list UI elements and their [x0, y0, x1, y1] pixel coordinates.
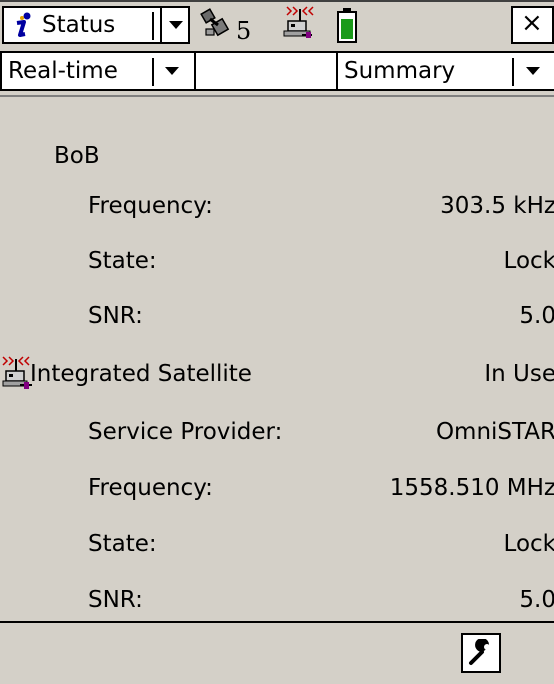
list-item: Service Provider: OmniSTAR — [0, 413, 554, 453]
mode-select[interactable]: Real-time — [0, 51, 196, 91]
row-value: 5.0 — [519, 587, 554, 613]
list-item: Integrated Satellite In Use — [0, 355, 554, 395]
separator — [152, 58, 154, 86]
row-label: State: — [88, 248, 157, 274]
status-list[interactable]: BoB Frequency: 303.5 kHz State: Lock SNR… — [0, 97, 554, 621]
chevron-down-icon — [526, 67, 540, 75]
row-label: Service Provider: — [88, 419, 283, 445]
app-menu-dropdown[interactable] — [160, 6, 190, 44]
settings-button[interactable] — [461, 633, 501, 673]
section-heading: Integrated Satellite — [30, 361, 252, 387]
view-selector-bar: Real-time Summary — [0, 47, 554, 95]
chevron-down-icon — [165, 67, 179, 75]
row-label: Frequency: — [88, 475, 213, 501]
close-button[interactable]: × — [511, 6, 554, 44]
close-icon: × — [521, 8, 543, 38]
wrench-icon — [469, 639, 490, 665]
row-label: Frequency: — [88, 193, 213, 219]
view-select[interactable]: Summary — [336, 51, 554, 91]
list-item: Frequency: 303.5 kHz — [0, 187, 554, 227]
status-icons: 5 — [196, 5, 496, 45]
row-label: SNR: — [88, 587, 143, 613]
command-bar — [0, 621, 554, 684]
list-item: SNR: 5.0 — [0, 581, 554, 621]
status-value: In Use — [484, 361, 554, 387]
row-value: Lock — [503, 248, 554, 274]
section-heading: BoB — [54, 143, 100, 169]
list-item: Frequency: 1558.510 MHz — [0, 469, 554, 509]
row-value: 303.5 kHz — [440, 193, 554, 219]
start-menu-button[interactable]: Status — [2, 6, 160, 44]
list-item: BoB — [0, 137, 554, 177]
info-icon — [16, 12, 31, 37]
row-value: 1558.510 MHz — [389, 475, 554, 501]
blank-field — [196, 51, 336, 91]
chevron-down-icon — [169, 21, 183, 29]
app-title: Status — [42, 12, 116, 38]
list-item: State: Lock — [0, 242, 554, 282]
battery-icon — [337, 8, 357, 43]
row-value: Lock — [503, 531, 554, 557]
list-item: State: Lock — [0, 525, 554, 565]
view-select-value: Summary — [344, 58, 456, 84]
title-bar: Status 5 × — [0, 0, 554, 47]
satellite-icon[interactable] — [200, 7, 232, 39]
row-label: State: — [88, 531, 157, 557]
row-label: SNR: — [88, 303, 143, 329]
radio-receiver-icon[interactable] — [282, 5, 314, 41]
row-value: 5.0 — [519, 303, 554, 329]
separator — [512, 58, 514, 86]
row-value: OmniSTAR — [435, 419, 554, 445]
separator — [152, 12, 154, 40]
list-item: SNR: 5.0 — [0, 297, 554, 337]
mode-select-value: Real-time — [8, 58, 118, 84]
satellite-count: 5 — [236, 17, 252, 45]
